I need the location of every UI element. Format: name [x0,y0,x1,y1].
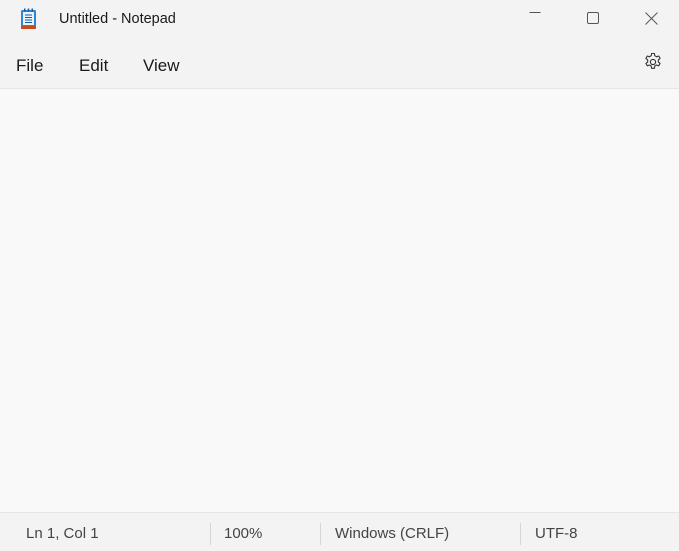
menu-view[interactable]: View [135,46,188,86]
gear-icon [643,52,663,77]
title-bar[interactable]: Untitled - Notepad [0,0,679,38]
maximize-button[interactable] [564,0,622,36]
maximize-icon [587,12,599,24]
minimize-button[interactable] [506,0,564,36]
menu-edit[interactable]: Edit [71,46,116,86]
status-divider [320,523,321,545]
status-divider [520,523,521,545]
window-title: Untitled - Notepad [59,11,176,27]
menu-bar: File Edit View [0,46,679,86]
encoding[interactable]: UTF-8 [535,513,578,551]
document-text-area[interactable] [0,89,679,512]
settings-button[interactable] [638,48,668,80]
zoom-level[interactable]: 100% [224,513,262,551]
line-ending[interactable]: Windows (CRLF) [335,513,449,551]
status-divider [210,523,211,545]
notepad-window: Untitled - Notepad File Edit View Ln 1, … [0,0,679,551]
text-editor-area [0,88,679,513]
close-icon [644,11,658,25]
notepad-icon [20,8,37,30]
status-bar: Ln 1, Col 1 100% Windows (CRLF) UTF-8 [0,513,679,551]
close-button[interactable] [622,0,679,36]
minimize-icon [529,12,541,24]
menu-file[interactable]: File [8,46,51,86]
cursor-position: Ln 1, Col 1 [26,525,99,542]
